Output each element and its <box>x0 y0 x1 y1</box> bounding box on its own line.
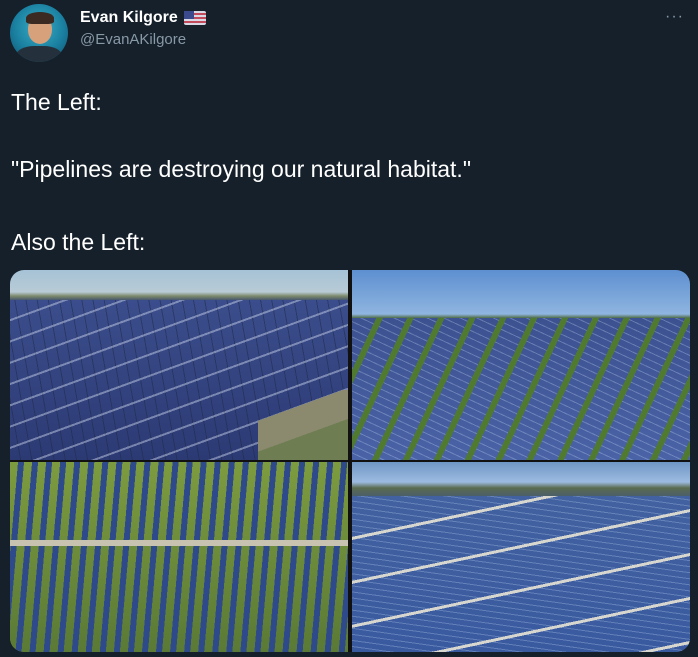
author-names: Evan Kilgore @EvanAKilgore <box>80 8 206 50</box>
solar-farm-photo-1[interactable] <box>10 270 348 460</box>
solar-farm-photo-3[interactable] <box>10 462 348 652</box>
tweet-text-line-1: The Left: <box>11 89 102 115</box>
more-options-icon[interactable]: ··· <box>665 8 684 26</box>
solar-panel-rows <box>10 462 348 652</box>
us-flag-icon <box>183 11 206 25</box>
solar-farm-photo-2[interactable] <box>352 270 690 460</box>
solar-farm-photo-4[interactable] <box>352 462 690 652</box>
author-handle[interactable]: @EvanAKilgore <box>80 30 206 50</box>
tweet-text-line-2: "Pipelines are destroying our natural ha… <box>11 156 471 182</box>
media-grid <box>10 270 690 652</box>
ground-patch <box>258 390 348 460</box>
author-display-name-row[interactable]: Evan Kilgore <box>80 8 206 28</box>
author-display-name[interactable]: Evan Kilgore <box>80 8 178 28</box>
tweet-text-line-3: Also the Left: <box>11 229 146 255</box>
solar-panel-rows <box>352 496 690 652</box>
tweet-header: Evan Kilgore @EvanAKilgore ··· <box>10 4 690 62</box>
tweet: Evan Kilgore @EvanAKilgore ··· The Left:… <box>0 0 698 657</box>
avatar-shirt <box>16 46 62 62</box>
avatar-hair <box>26 12 54 24</box>
solar-panel-rows <box>352 318 690 460</box>
avatar[interactable] <box>10 4 68 62</box>
